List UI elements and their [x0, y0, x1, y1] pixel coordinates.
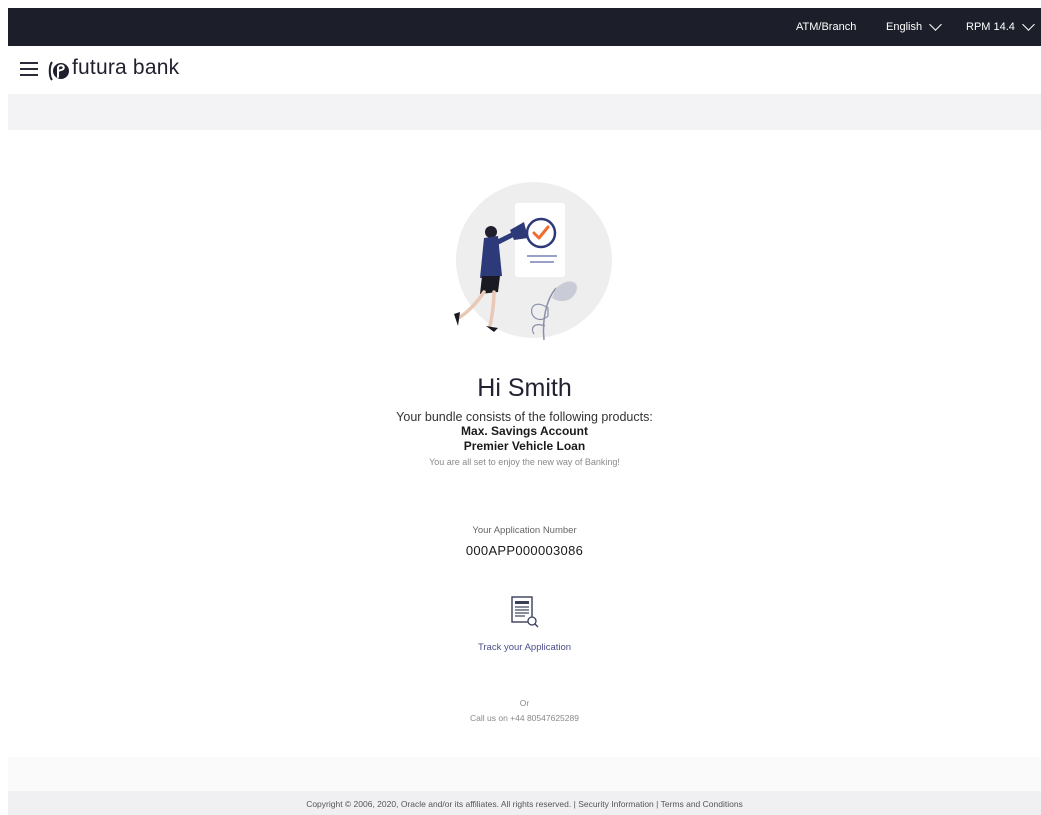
document-search-icon[interactable]: [511, 596, 539, 628]
application-number-label: Your Application Number: [472, 525, 577, 536]
application-number-value: 000APP000003086: [465, 543, 584, 558]
track-application-link[interactable]: Track your Application: [8, 642, 1041, 653]
product-item: Max. Savings Account: [461, 424, 588, 438]
greeting-heading: Hi Smith: [477, 374, 572, 402]
sub-header-bar: [8, 94, 1041, 130]
top-bar: ATM/Branch English RPM 14.4: [8, 8, 1041, 46]
version-dropdown[interactable]: RPM 14.4: [966, 8, 1035, 46]
or-separator: Or: [519, 698, 530, 708]
tagline-text: You are all set to enjoy the new way of …: [429, 457, 620, 467]
atm-branch-link[interactable]: ATM/Branch: [796, 8, 856, 46]
version-label: RPM 14.4: [966, 21, 1015, 33]
product-item: Premier Vehicle Loan: [463, 439, 586, 453]
app-frame: ATM/Branch English RPM 14.4 futura bank: [8, 8, 1041, 815]
footer-separator: |: [656, 799, 659, 809]
success-illustration: [454, 182, 612, 341]
header: futura bank: [8, 46, 1041, 95]
bundle-lead-text: Your bundle consists of the following pr…: [396, 410, 653, 424]
futura-logo-icon[interactable]: [48, 60, 70, 82]
confirmation-panel: Hi Smith Your bundle consists of the fol…: [8, 130, 1041, 757]
brand-name[interactable]: futura bank: [72, 56, 179, 80]
copyright-text: Copyright © 2006, 2020, Oracle and/or it…: [306, 799, 572, 809]
footer-separator: |: [573, 799, 576, 809]
hamburger-menu-icon[interactable]: [20, 62, 38, 76]
language-label: English: [886, 21, 923, 33]
footer: Copyright © 2006, 2020, Oracle and/or it…: [8, 791, 1041, 815]
security-information-link[interactable]: Security Information: [578, 799, 654, 809]
language-dropdown[interactable]: English: [886, 8, 942, 46]
chevron-down-icon: [929, 18, 942, 31]
call-us-text: Call us on +44 80547625289: [470, 713, 579, 723]
atm-branch-label: ATM/Branch: [796, 21, 857, 33]
chevron-down-icon: [1022, 18, 1035, 31]
terms-link[interactable]: Terms and Conditions: [661, 799, 743, 809]
